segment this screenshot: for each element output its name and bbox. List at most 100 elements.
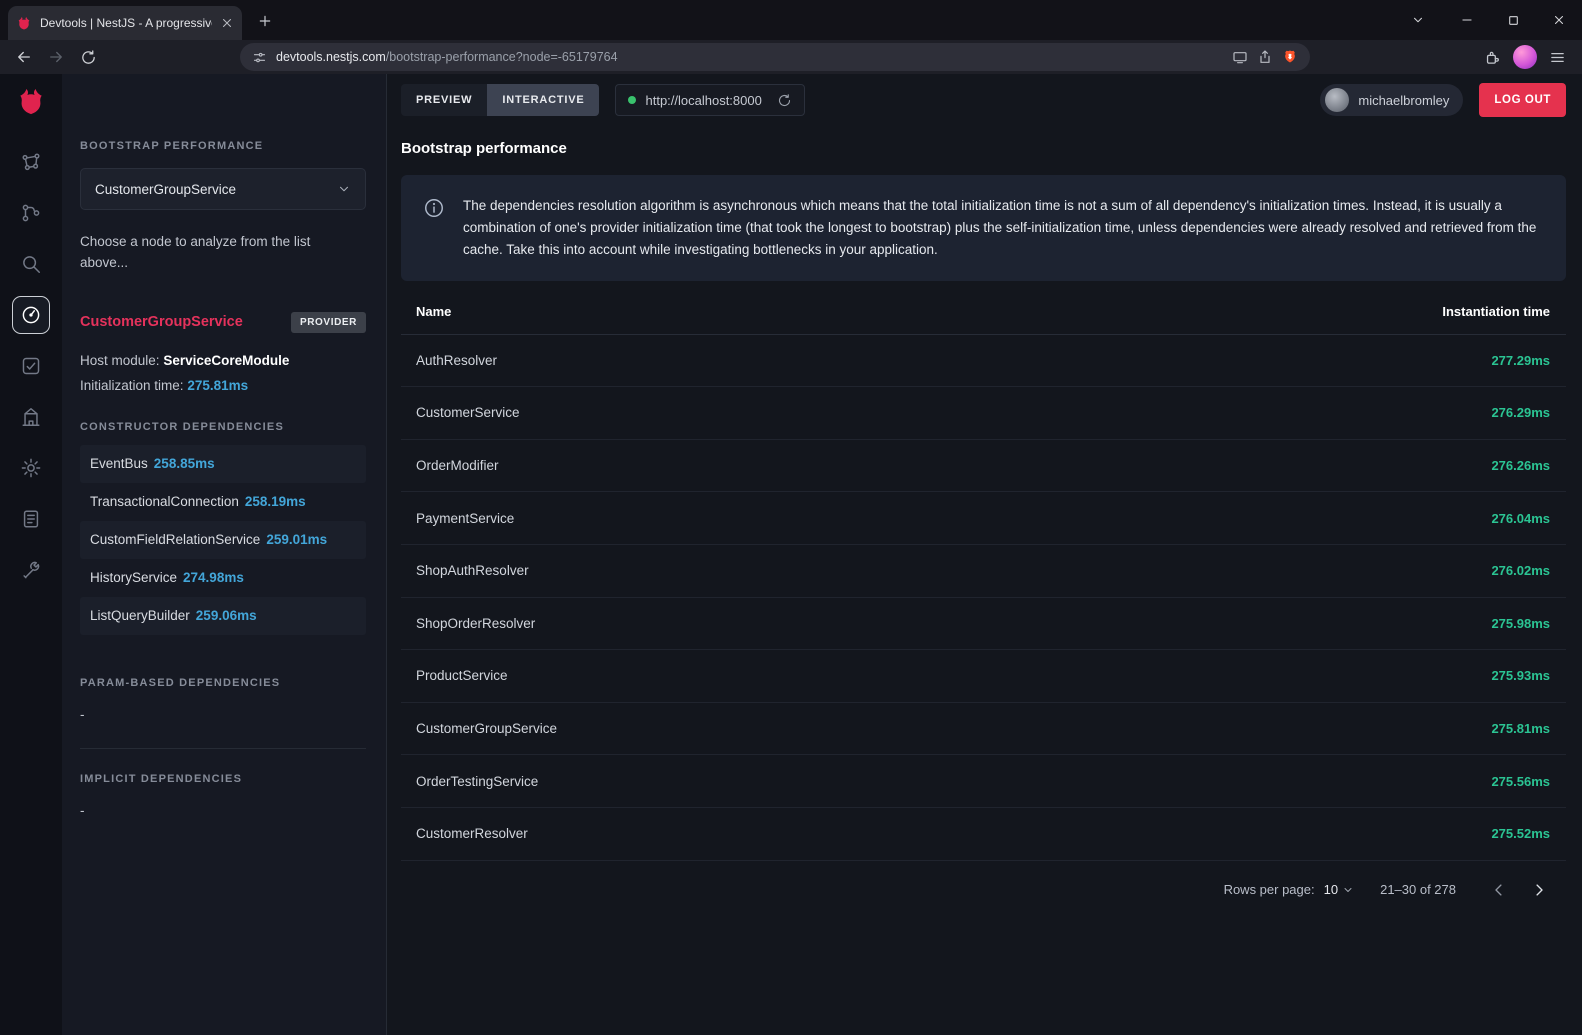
row-time: 275.98ms (1491, 616, 1550, 631)
reload-button[interactable] (74, 43, 102, 71)
url-path: /bootstrap-performance?node=-65179764 (386, 50, 618, 64)
user-chip[interactable]: michaelbromley (1320, 84, 1463, 116)
nestjs-favicon (16, 15, 32, 31)
pagination-controls (1482, 873, 1556, 907)
dependency-item[interactable]: EventBus 258.85ms (80, 445, 366, 483)
table-row[interactable]: ShopOrderResolver 275.98ms (401, 598, 1566, 651)
window-controls (1398, 0, 1582, 40)
table-row[interactable]: OrderModifier 276.26ms (401, 440, 1566, 493)
nav-inspect-icon[interactable] (12, 245, 50, 283)
host-module-label: Host module: (80, 353, 160, 368)
app-url-reload-icon[interactable] (777, 93, 792, 108)
table-row[interactable]: CustomerGroupService 275.81ms (401, 703, 1566, 756)
row-time: 276.26ms (1491, 458, 1550, 473)
nav-settings-icon[interactable] (12, 449, 50, 487)
tab-capture-icon[interactable] (1232, 49, 1248, 65)
address-bar[interactable]: devtools.nestjs.com/bootstrap-performanc… (240, 43, 1310, 71)
tab-search-icon[interactable] (1398, 0, 1438, 40)
nav-sandbox-icon[interactable] (12, 551, 50, 589)
init-time-label: Initialization time: (80, 378, 184, 393)
close-window-button[interactable] (1536, 0, 1582, 40)
table-row[interactable]: PaymentService 276.04ms (401, 492, 1566, 545)
init-time-row: Initialization time: 275.81ms (80, 378, 366, 393)
host-module-value: ServiceCoreModule (163, 353, 289, 368)
share-icon[interactable] (1257, 49, 1273, 65)
header-right-group: michaelbromley LOG OUT (1320, 83, 1566, 117)
row-name: ProductService (416, 668, 508, 683)
forward-button[interactable] (42, 43, 70, 71)
connection-status-dot (628, 96, 636, 104)
site-settings-icon[interactable] (252, 50, 267, 65)
dependency-item[interactable]: HistoryService 274.98ms (80, 559, 366, 597)
rows-per-page: Rows per page: 10 (1224, 882, 1355, 897)
minimize-button[interactable] (1444, 0, 1490, 40)
table-row[interactable]: CustomerResolver 275.52ms (401, 808, 1566, 861)
param-deps-empty: - (80, 707, 366, 722)
nav-performance-icon[interactable] (12, 296, 50, 334)
url-host: devtools.nestjs.com (276, 50, 386, 64)
back-button[interactable] (10, 43, 38, 71)
tab-title: Devtools | NestJS - A progressive (40, 16, 212, 30)
sidebar-divider (80, 748, 366, 749)
chevron-down-icon (337, 182, 351, 196)
info-icon (423, 197, 445, 261)
page-title: Bootstrap performance (401, 140, 1566, 157)
row-name: AuthResolver (416, 353, 497, 368)
nav-logs-icon[interactable] (12, 500, 50, 538)
dependency-name: EventBus (90, 456, 148, 471)
maximize-button[interactable] (1490, 0, 1536, 40)
dependency-item[interactable]: CustomFieldRelationService 259.01ms (80, 521, 366, 559)
logout-button[interactable]: LOG OUT (1479, 83, 1566, 117)
node-select[interactable]: CustomerGroupService (80, 168, 366, 210)
nestjs-logo (15, 85, 47, 117)
rows-per-page-label: Rows per page: (1224, 882, 1315, 897)
constructor-deps-list: EventBus 258.85ms TransactionalConnectio… (80, 445, 366, 635)
row-name: ShopAuthResolver (416, 563, 529, 578)
browser-profile-avatar[interactable] (1513, 45, 1537, 69)
init-time-value: 275.81ms (187, 378, 248, 393)
nav-routes-icon[interactable] (12, 194, 50, 232)
app-url-input[interactable]: http://localhost:8000 (615, 84, 804, 116)
pagination-range: 21–30 of 278 (1380, 882, 1456, 897)
dependency-item[interactable]: ListQueryBuilder 259.06ms (80, 597, 366, 635)
nav-audit-icon[interactable] (12, 347, 50, 385)
table-row[interactable]: AuthResolver 277.29ms (401, 335, 1566, 388)
sidebar-title: BOOTSTRAP PERFORMANCE (80, 140, 366, 152)
rows-per-page-select[interactable]: 10 (1324, 882, 1354, 897)
nav-graph-icon[interactable] (12, 143, 50, 181)
host-module-row: Host module: ServiceCoreModule (80, 353, 366, 368)
row-name: CustomerGroupService (416, 721, 557, 736)
interactive-mode-button[interactable]: INTERACTIVE (487, 84, 599, 116)
tab-close-icon[interactable] (220, 16, 234, 30)
selected-node-header: CustomerGroupService PROVIDER (80, 312, 366, 333)
browser-tab[interactable]: Devtools | NestJS - A progressive (8, 6, 242, 40)
table-row[interactable]: ProductService 275.93ms (401, 650, 1566, 703)
info-text: The dependencies resolution algorithm is… (463, 195, 1544, 261)
selected-node-name: CustomerGroupService (80, 314, 243, 330)
provider-badge: PROVIDER (291, 312, 366, 333)
nav-modules-icon[interactable] (12, 398, 50, 436)
table-row[interactable]: OrderTestingService 275.56ms (401, 755, 1566, 808)
row-time: 275.52ms (1491, 826, 1550, 841)
table-row[interactable]: ShopAuthResolver 276.02ms (401, 545, 1566, 598)
preview-mode-button[interactable]: PREVIEW (401, 84, 487, 116)
main-content: Bootstrap performance The dependencies r… (387, 126, 1582, 919)
implicit-deps-empty: - (80, 803, 366, 818)
new-tab-button[interactable] (250, 6, 280, 36)
menu-icon[interactable] (1549, 49, 1566, 66)
user-avatar (1325, 88, 1349, 112)
dependency-time: 258.19ms (245, 494, 306, 509)
main-panel: PREVIEW INTERACTIVE http://localhost:800… (387, 74, 1582, 1035)
table-row[interactable]: CustomerService 276.29ms (401, 387, 1566, 440)
row-time: 275.93ms (1491, 668, 1550, 683)
dependency-item[interactable]: TransactionalConnection 258.19ms (80, 483, 366, 521)
previous-page-button[interactable] (1482, 873, 1516, 907)
next-page-button[interactable] (1522, 873, 1556, 907)
dependency-time: 258.85ms (154, 456, 215, 471)
dependency-name: HistoryService (90, 570, 177, 585)
row-time: 277.29ms (1491, 353, 1550, 368)
sidebar-hint: Choose a node to analyze from the list a… (80, 232, 325, 274)
brave-shields-icon[interactable] (1282, 49, 1298, 65)
row-time: 275.56ms (1491, 774, 1550, 789)
extensions-icon[interactable] (1484, 49, 1501, 66)
